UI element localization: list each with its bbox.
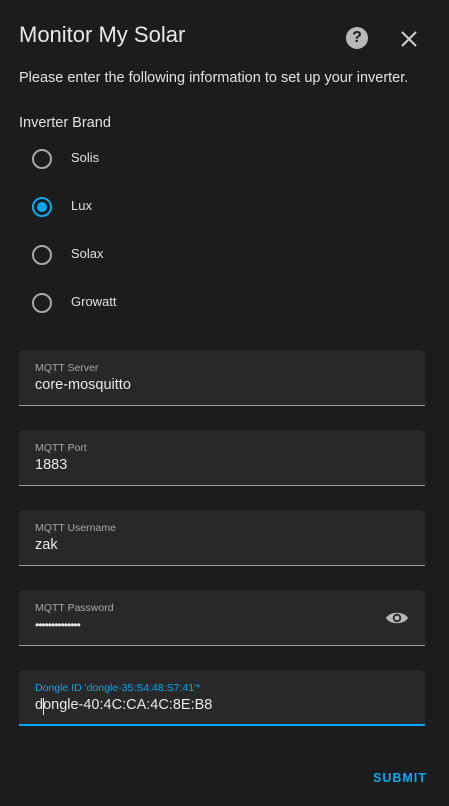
submit-button[interactable]: SUBMIT <box>373 771 427 785</box>
mqtt-username-input[interactable]: zak <box>35 537 58 553</box>
mqtt-username-field[interactable]: MQTT Username zak <box>19 510 425 566</box>
radio-button[interactable] <box>32 149 52 169</box>
radio-label: Solax <box>71 246 104 261</box>
mqtt-port-input[interactable]: 1883 <box>35 457 67 473</box>
dongle-id-field[interactable]: Dongle ID 'dongle-35:S4:48:S7:41'* dongl… <box>19 670 425 726</box>
eye-icon[interactable] <box>385 609 409 627</box>
field-label: MQTT Username <box>35 522 116 534</box>
radio-button[interactable] <box>32 293 52 313</box>
radio-option-solis[interactable]: Solis <box>32 149 232 171</box>
mqtt-server-field[interactable]: MQTT Server core-mosquitto <box>19 350 425 406</box>
radio-option-growatt[interactable]: Growatt <box>32 293 232 315</box>
setup-dialog: Monitor My Solar ? Please enter the foll… <box>0 0 449 806</box>
field-label: MQTT Password <box>35 602 114 614</box>
dialog-title: Monitor My Solar <box>19 22 186 47</box>
radio-label: Lux <box>71 198 92 213</box>
radio-option-solax[interactable]: Solax <box>32 245 232 267</box>
radio-button[interactable] <box>32 197 52 217</box>
radio-label: Solis <box>71 150 100 165</box>
radio-option-lux[interactable]: Lux <box>32 197 232 219</box>
radio-label: Growatt <box>71 294 117 309</box>
text-caret <box>43 698 44 715</box>
mqtt-password-input[interactable]: •••••••••••••• <box>35 618 81 632</box>
dongle-id-input[interactable]: dongle-40:4C:CA:4C:8E:B8 <box>35 697 212 713</box>
field-label: MQTT Port <box>35 442 87 454</box>
field-label: MQTT Server <box>35 362 99 374</box>
radio-button[interactable] <box>32 245 52 265</box>
field-label: Dongle ID 'dongle-35:S4:48:S7:41'* <box>35 682 201 694</box>
dialog-description: Please enter the following information t… <box>19 70 409 86</box>
mqtt-port-field[interactable]: MQTT Port 1883 <box>19 430 425 486</box>
help-icon[interactable]: ? <box>346 27 368 49</box>
mqtt-server-input[interactable]: core-mosquitto <box>35 377 131 393</box>
inverter-brand-label: Inverter Brand <box>19 115 111 131</box>
mqtt-password-field[interactable]: MQTT Password •••••••••••••• <box>19 590 425 646</box>
close-icon[interactable] <box>396 26 422 52</box>
